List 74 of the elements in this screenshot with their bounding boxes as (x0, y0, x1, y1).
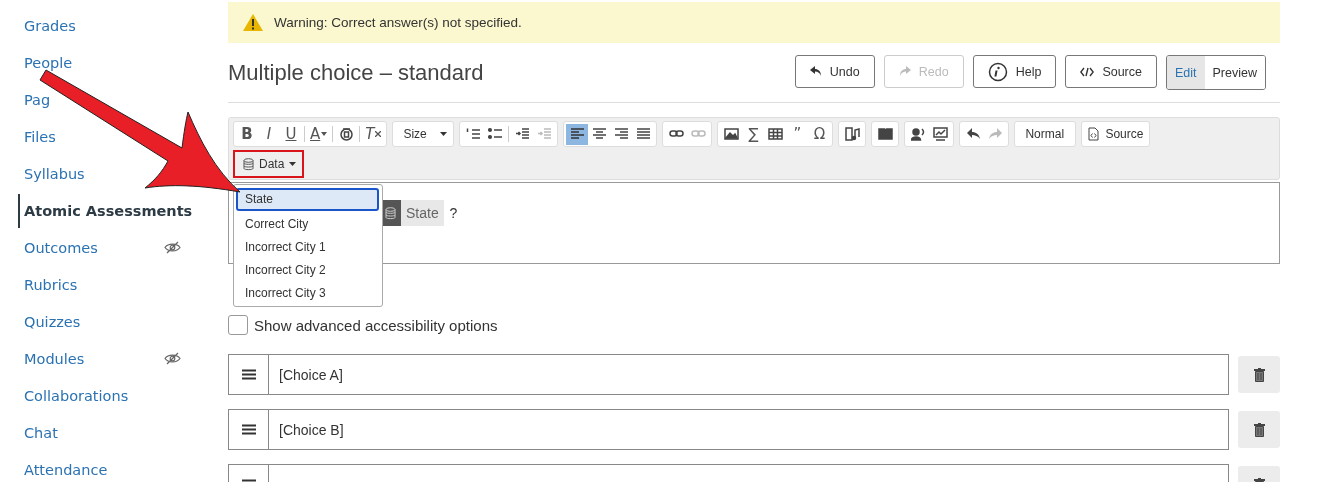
sidebar-item[interactable]: Syllabus (18, 165, 85, 182)
delete-button[interactable] (1238, 411, 1280, 448)
caret-icon (321, 132, 328, 136)
checkbox[interactable] (228, 315, 248, 335)
italic-button[interactable]: I (258, 123, 280, 145)
undo-button[interactable]: Undo (794, 55, 875, 88)
caret-icon (440, 132, 448, 136)
info-icon (987, 61, 1008, 82)
clear-format-button[interactable]: T (362, 123, 385, 145)
menu-item[interactable]: Incorrect City 2 (236, 257, 379, 280)
align-left-icon (569, 127, 585, 141)
redo-icon (898, 66, 911, 77)
checkbox-label: Show advanced accessibility options (254, 316, 498, 334)
menu-item[interactable]: Incorrect City 3 (236, 280, 379, 303)
sidebar-item[interactable]: Chat (18, 424, 58, 441)
view-tab[interactable]: Edit (1167, 56, 1205, 89)
menu-item[interactable]: Incorrect City 1 (236, 234, 379, 257)
justify-icon (635, 127, 651, 141)
text-color-button[interactable]: A (307, 123, 331, 145)
monitor-icon (932, 127, 948, 141)
book-icon (877, 127, 893, 141)
bold-button[interactable]: B (236, 123, 258, 145)
sidebar-item[interactable]: Modules (18, 350, 85, 367)
caret-icon (289, 162, 297, 166)
underline-button[interactable]: U (280, 123, 302, 145)
format-dropdown[interactable]: Size (395, 123, 452, 145)
data-dropdown[interactable]: Data (233, 150, 305, 178)
glyph-button[interactable]: Ω (808, 123, 831, 145)
format-dropdown[interactable]: Normal (1017, 123, 1074, 145)
outdent-icon (536, 127, 552, 141)
database-icon (243, 157, 254, 171)
source-button[interactable]: Source (1084, 123, 1148, 145)
menu-icon (241, 369, 256, 380)
align-center-icon (591, 127, 607, 141)
small-x-icon (375, 131, 382, 137)
help-button[interactable]: Help (972, 55, 1057, 88)
sidebar-item[interactable]: Grades (18, 17, 76, 34)
sidebar-item[interactable]: People (18, 54, 73, 71)
database-icon (384, 206, 396, 220)
trash-icon (1253, 422, 1265, 437)
redo-icon (987, 127, 1003, 141)
glyph-button[interactable]: ” (786, 123, 809, 145)
audio-icon (844, 127, 860, 141)
sidebar-item[interactable]: Collaborations (18, 387, 129, 404)
trash-icon (1253, 367, 1265, 382)
menu-item[interactable]: Correct City (236, 211, 379, 234)
sidebar-item[interactable]: Quizzes (18, 313, 81, 330)
undo-icon (809, 66, 822, 77)
indent-icon (514, 127, 530, 141)
code-icon (1080, 66, 1095, 77)
sidebar-item[interactable]: Rubrics (18, 276, 78, 293)
table-icon (767, 127, 783, 141)
sidebar-item[interactable]: Atomic Assessments (18, 193, 193, 228)
sidebar-item[interactable]: Files (18, 128, 56, 145)
circle-mark-icon (338, 127, 354, 141)
warning-icon (242, 13, 264, 32)
delete-button[interactable] (1238, 356, 1280, 393)
menu-item[interactable]: State (236, 188, 379, 211)
warning-text: Warning: Correct answer(s) not specified. (274, 15, 522, 30)
sidebar-item[interactable]: Attendance (18, 461, 108, 478)
file-code-icon (1088, 127, 1100, 141)
sidebar-item[interactable]: Pag (18, 91, 51, 108)
menu-icon (241, 424, 256, 435)
glyph-button[interactable]: ∑ (742, 123, 765, 145)
question-title: Multiple choice – standard (228, 59, 484, 86)
speaker-icon (910, 127, 926, 141)
image-icon (723, 127, 739, 141)
align-right-icon (613, 127, 629, 141)
source-button[interactable]: Source (1065, 55, 1157, 88)
bulleted-list-icon (487, 127, 503, 141)
sidebar-item[interactable]: Outcomes (18, 239, 98, 256)
align-left-button[interactable] (566, 123, 589, 145)
numbered-list-icon (465, 127, 481, 141)
editor-text: ? (449, 205, 458, 221)
